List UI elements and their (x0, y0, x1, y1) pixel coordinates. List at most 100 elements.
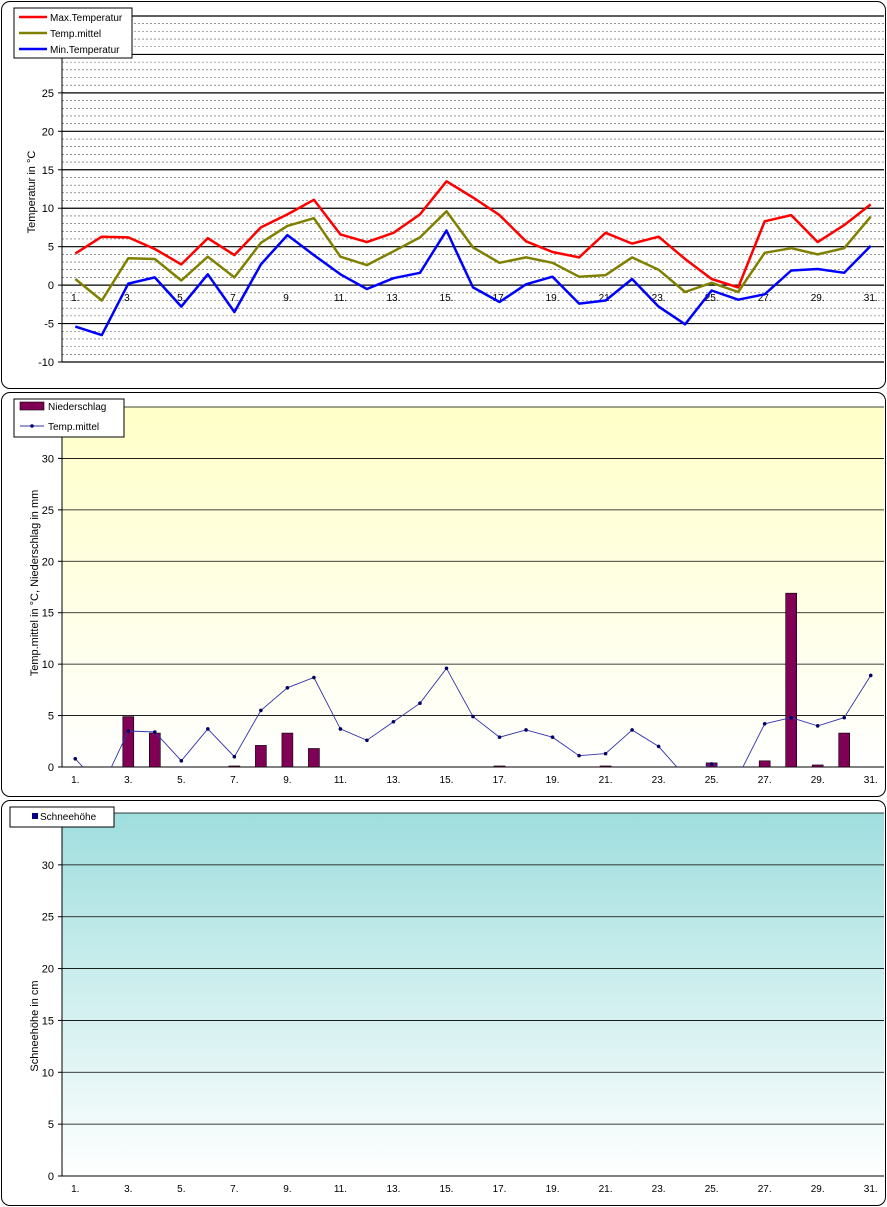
x-tick-label: 1. (71, 775, 79, 786)
temp-mean-point (524, 728, 528, 732)
precipitation-bar (758, 760, 771, 768)
temp-mean-point (179, 759, 184, 763)
x-tick-label: 25. (705, 775, 719, 786)
precipitation-bar (228, 765, 241, 768)
precipitation-bar (838, 732, 851, 768)
y-tick-label: 20 (42, 964, 54, 976)
x-tick-label: 3. (124, 775, 132, 786)
temp-mean-point (338, 727, 343, 731)
temp-mean-point (259, 708, 263, 713)
temperature-chart-panel: -10 -5 0 5 10 15 20 25 1. 3. 5. 7. 9. 11. 13. 15. 17. 19.… (1, 1, 886, 389)
temp-mean-point (868, 673, 873, 678)
legend-label: Max.Temperatur (50, 13, 123, 24)
y-tick-label: 10 (42, 1067, 54, 1079)
x-tick-label: 29. (811, 293, 825, 304)
temp-mean-point (285, 686, 290, 690)
temp-mean-point (550, 735, 555, 739)
chart-2-plot-area: 0 5 10 15 20 25 30 1. 3. 5. 7. 9. 11. 13. 15. 17. 19. 21.… (42, 406, 884, 786)
temperature-chart: -10-505101520251. 3. 5. 7. 9. 11. 13. 15. 17. 19.… (13, 7, 884, 369)
precipitation-bar (811, 764, 824, 768)
temp-mean-point (842, 715, 847, 720)
y-tick-label: 5 (48, 1119, 54, 1131)
legend-label: Min.Temperatur (50, 45, 120, 56)
chart-3-plot-area: 0 5 10 15 20 25 30 1. 3. 5. 7. 9. 11. 13. 15. 17. 19. 21.… (42, 812, 884, 1195)
x-tick-label: 17. (493, 1184, 507, 1195)
y-tick-label: 20 (42, 126, 54, 138)
temp-mean-point (815, 724, 820, 728)
x-tick-label: 23. (652, 1184, 666, 1195)
legend-label: Temp.mittel (48, 422, 99, 433)
x-tick-label: 13. (386, 775, 400, 786)
precipitation-bar (122, 716, 135, 768)
chart-1-legend: Max.Temperatur Temp.mittel Min.Temperatur (13, 7, 133, 59)
legend-swatch (19, 401, 45, 411)
x-tick-label: 7. (230, 293, 238, 304)
x-tick-label: 9. (283, 775, 291, 786)
precipitation-bar (785, 592, 797, 768)
y-tick-label: 25 (42, 912, 54, 924)
y-tick-label: 15 (42, 608, 54, 620)
x-tick-label: 19. (546, 775, 560, 786)
x-tick-label: 21. (599, 775, 613, 786)
y-tick-label: 25 (42, 505, 54, 517)
temp-mean-point (630, 728, 634, 732)
x-tick-label: 21. (599, 293, 613, 304)
y-tick-label: 15 (42, 165, 54, 177)
x-tick-label: 13. (386, 1184, 400, 1195)
y-tick-label: 0 (48, 280, 54, 292)
temp-mean-point (577, 753, 581, 758)
temp-mean-point (736, 774, 740, 778)
chart-1-plot-area: -10-505101520251. 3. 5. 7. 9. 11. 13. 15. 17. 19.… (38, 15, 884, 369)
temp-mean-point (365, 738, 369, 743)
y-tick-label: 15 (42, 1015, 54, 1027)
x-tick-label: 15. (440, 1184, 454, 1195)
precipitation-bar (493, 765, 506, 768)
x-tick-label: 5. (177, 775, 185, 786)
y-tick-label: -10 (38, 357, 54, 369)
temp-mean-point (497, 735, 502, 739)
temp-mean-point (206, 727, 210, 731)
precipitation-bar (308, 748, 320, 768)
x-tick-label: 17. (493, 775, 507, 786)
y-tick-label: 20 (42, 556, 54, 568)
temp-mean-point (762, 722, 767, 726)
temp-mean-point (126, 729, 131, 733)
x-tick-label: 27. (758, 775, 772, 786)
y-axis-title: Temperatur in °C (26, 151, 38, 234)
legend-label: Temp.mittel (50, 29, 101, 40)
x-tick-label: 19. (546, 293, 560, 304)
y-tick-label: 30 (42, 453, 54, 465)
snow-depth-chart-panel: 0 5 10 15 20 25 30 1. 3. 5. 7. 9. 11. 13. 15. 17. 19. 21.… (1, 800, 886, 1206)
legend-label: Schneehöhe (40, 812, 97, 823)
precipitation-bar (255, 745, 267, 768)
x-tick-label: 5. (177, 1184, 185, 1195)
x-tick-label: 11. (334, 775, 347, 786)
x-tick-label: 3. (124, 1184, 132, 1195)
x-tick-label: 31. (864, 293, 878, 304)
temp-mean-point (312, 675, 316, 680)
x-tick-label: 31. (864, 1184, 878, 1195)
y-tick-label: 10 (42, 203, 54, 215)
legend-swatch (32, 813, 38, 819)
x-tick-label: 7. (230, 1184, 238, 1195)
temp-mean-point (232, 754, 237, 759)
x-tick-label: 27. (758, 1184, 772, 1195)
temp-mean-point (471, 714, 475, 719)
x-tick-label: 29. (811, 775, 825, 786)
x-tick-label: 1. (71, 1184, 79, 1195)
precipitation-chart-panel: 0 5 10 15 20 25 30 1. 3. 5. 7. 9. 11. 13. 15. 17. 19. 21.… (1, 392, 886, 797)
precipitation-bar (149, 732, 161, 768)
plot-background (62, 813, 884, 1176)
x-tick-label: 11. (334, 293, 347, 304)
x-tick-label: 21. (599, 1184, 613, 1195)
temp-mean-point (153, 730, 157, 734)
y-tick-label: 0 (48, 1171, 54, 1183)
y-axis-title: Schneehöhe in cm (29, 980, 41, 1071)
precipitation-bar (599, 765, 612, 768)
plot-background (62, 407, 884, 767)
x-tick-label: 29. (811, 1184, 825, 1195)
legend-label: Niederschlag (48, 402, 106, 413)
temp-mean-point (73, 756, 78, 761)
x-tick-label: 7. (230, 775, 238, 786)
temp-mean-point (603, 751, 608, 756)
